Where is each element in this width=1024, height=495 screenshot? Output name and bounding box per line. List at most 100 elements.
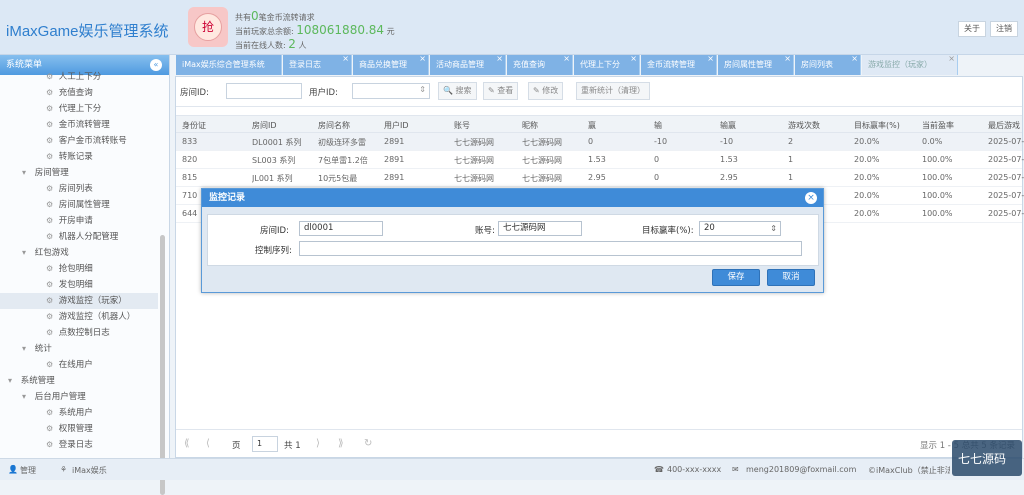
column-header[interactable]: 当前盈率 [922, 120, 954, 131]
column-header[interactable]: 房间ID [252, 120, 277, 131]
last-page-icon[interactable]: ⟫ [338, 438, 344, 449]
spinner-arrows-icon[interactable]: ⇕ [770, 222, 777, 235]
recount-button[interactable]: 重新统计（清理） [576, 82, 650, 100]
close-icon[interactable]: × [563, 55, 570, 69]
sidebar-item[interactable]: ⚙ 游戏监控（玩家） [0, 293, 158, 309]
about-button[interactable]: 关于 [958, 21, 986, 37]
sidebar-item[interactable]: ⚙ 点数控制日志 [0, 325, 158, 341]
sidebar-item[interactable]: ⚙ 抢包明细 [0, 261, 158, 277]
close-icon[interactable]: × [948, 55, 955, 69]
org-icon: ⚘ [60, 465, 68, 474]
room-id-field[interactable]: dl0001 [299, 221, 383, 236]
close-icon[interactable]: × [707, 55, 714, 69]
search-icon: 🔍 [443, 86, 453, 95]
tab[interactable]: 房间属性管理 × [718, 55, 794, 75]
table-cell: 2891 [384, 155, 405, 164]
column-header[interactable]: 身份证 [182, 120, 206, 131]
page-total: 共 1 [284, 441, 301, 451]
sidebar-scrollbar[interactable] [160, 235, 165, 495]
sidebar-item[interactable]: ⚙ 客户金币流转账号 [0, 133, 158, 149]
close-icon[interactable]: × [496, 55, 503, 69]
sidebar-item-label: 机器人分配管理 [58, 232, 119, 242]
sidebar-item[interactable]: ⚙ 系统用户 [0, 405, 158, 421]
user-id-select[interactable]: ⇕ [352, 83, 430, 99]
view-button[interactable]: ✎ 查看 [483, 82, 519, 100]
column-header[interactable]: 最后游戏 [988, 120, 1020, 131]
close-icon[interactable]: × [419, 55, 426, 69]
column-header[interactable]: 输赢 [720, 120, 736, 131]
sidebar-item[interactable]: ▾ 后台用户管理 [0, 389, 158, 405]
sidebar-item[interactable]: ▾ 统计 [0, 341, 158, 357]
logout-button[interactable]: 注销 [990, 21, 1018, 37]
cancel-button[interactable]: 取消 [767, 269, 815, 286]
table-cell: DL0001 系列 [252, 138, 302, 147]
sidebar-item[interactable]: ⚙ 房间列表 [0, 181, 158, 197]
sidebar-item[interactable]: ▾ 红包游戏 [0, 245, 158, 261]
close-icon[interactable]: × [342, 55, 349, 69]
sidebar-item[interactable]: ⚙ 在线用户 [0, 357, 158, 373]
next-page-icon[interactable]: ⟩ [316, 438, 320, 449]
account-field[interactable]: 七七源码网 [498, 221, 582, 236]
table-cell: 20.0% [854, 137, 880, 146]
tab-label: 房间属性管理 [724, 60, 772, 69]
column-header[interactable]: 昵称 [522, 120, 538, 131]
first-page-icon[interactable]: ⟪ [184, 438, 190, 449]
table-cell: 2025-07- [988, 155, 1024, 164]
close-icon[interactable]: × [851, 55, 858, 69]
close-icon[interactable]: × [784, 55, 791, 69]
column-header[interactable]: 用户ID [384, 120, 409, 131]
sidebar-item[interactable]: ⚙ 充值查询 [0, 85, 158, 101]
sidebar-item[interactable]: ⚙ 机器人分配管理 [0, 229, 158, 245]
room-id-input[interactable] [226, 83, 302, 99]
table-cell: 20.0% [854, 209, 880, 218]
sidebar-item[interactable]: ⚙ 转账记录 [0, 149, 158, 165]
table-cell: 7包单雷1.2倍 [318, 156, 368, 165]
tab[interactable]: 金币流转管理 × [641, 55, 717, 75]
tab[interactable]: 充值查询 × [507, 55, 573, 75]
tab[interactable]: iMax娱乐综合管理系统 [176, 55, 282, 75]
stat-label: 当前玩家总余额: [235, 27, 294, 36]
sidebar-item[interactable]: ⚙ 代理上下分 [0, 101, 158, 117]
tab[interactable]: 登录日志 × [283, 55, 352, 75]
column-header[interactable]: 赢 [588, 120, 596, 131]
table-row[interactable]: 820 SL003 系列 7包单雷1.2倍 2891 七七源码网 七七源码网 1.53 0 1.… [176, 151, 1024, 169]
column-header[interactable]: 输 [654, 120, 662, 131]
table-row[interactable]: 815 JL001 系列 10元5包最 2891 七七源码网 七七源码网 2.95 0 2.95… [176, 169, 1024, 187]
column-header[interactable]: 游戏次数 [788, 120, 820, 131]
tab[interactable]: 活动商品管理 × [430, 55, 506, 75]
close-icon[interactable]: × [630, 55, 637, 69]
sidebar-item[interactable]: ⚙ 金币流转管理 [0, 117, 158, 133]
tab[interactable]: 房间列表 × [795, 55, 861, 75]
tab[interactable]: 商品兑换管理 × [353, 55, 429, 75]
search-button[interactable]: 🔍 搜索 [438, 82, 477, 100]
sidebar-item-label: 房间管理 [34, 168, 69, 178]
tab[interactable]: 代理上下分 × [574, 55, 640, 75]
sidebar-item[interactable]: ▾ 房间管理 [0, 165, 158, 181]
sequence-field[interactable] [299, 241, 802, 256]
target-rate-spinner[interactable]: 20 ⇕ [699, 221, 781, 236]
folder-icon: ▾ [22, 248, 27, 257]
sidebar-item[interactable]: ⚙ 发包明细 [0, 277, 158, 293]
table-cell: 100.0% [922, 173, 953, 182]
edit-label: 修改 [542, 86, 559, 95]
sidebar-item[interactable]: ⚙ 游戏监控（机器人） [0, 309, 158, 325]
sidebar-item[interactable]: ⚙ 登录日志 [0, 437, 158, 452]
edit-button[interactable]: ✎ 修改 [528, 82, 564, 100]
tab[interactable]: 游戏监控（玩家） × [862, 55, 958, 75]
sidebar-item[interactable]: ⚙ 权限管理 [0, 421, 158, 437]
column-header[interactable]: 目标赢率(%) [854, 120, 900, 131]
sidebar-item[interactable]: ⚙ 人工上下分 [0, 69, 158, 85]
column-header[interactable]: 账号 [454, 120, 470, 131]
sidebar-item[interactable]: ▾ 系统管理 [0, 373, 158, 389]
close-icon[interactable]: × [805, 192, 817, 204]
page-input[interactable]: 1 [252, 436, 278, 452]
brand-title: iMaxGame娱乐管理系统 [6, 23, 169, 40]
prev-page-icon[interactable]: ⟨ [206, 438, 210, 449]
sidebar-item[interactable]: ⚙ 房间属性管理 [0, 197, 158, 213]
table-row[interactable]: 833 DL0001 系列 初级连环多雷 2891 七七源码网 七七源码网 0 -10 -10 2… [176, 133, 1024, 151]
refresh-icon[interactable]: ↻ [364, 438, 372, 449]
sidebar-item[interactable]: ⚙ 开房申请 [0, 213, 158, 229]
save-button[interactable]: 保存 [712, 269, 760, 286]
room-id-label: 房间ID: [180, 88, 209, 98]
column-header[interactable]: 房间名称 [318, 120, 350, 131]
